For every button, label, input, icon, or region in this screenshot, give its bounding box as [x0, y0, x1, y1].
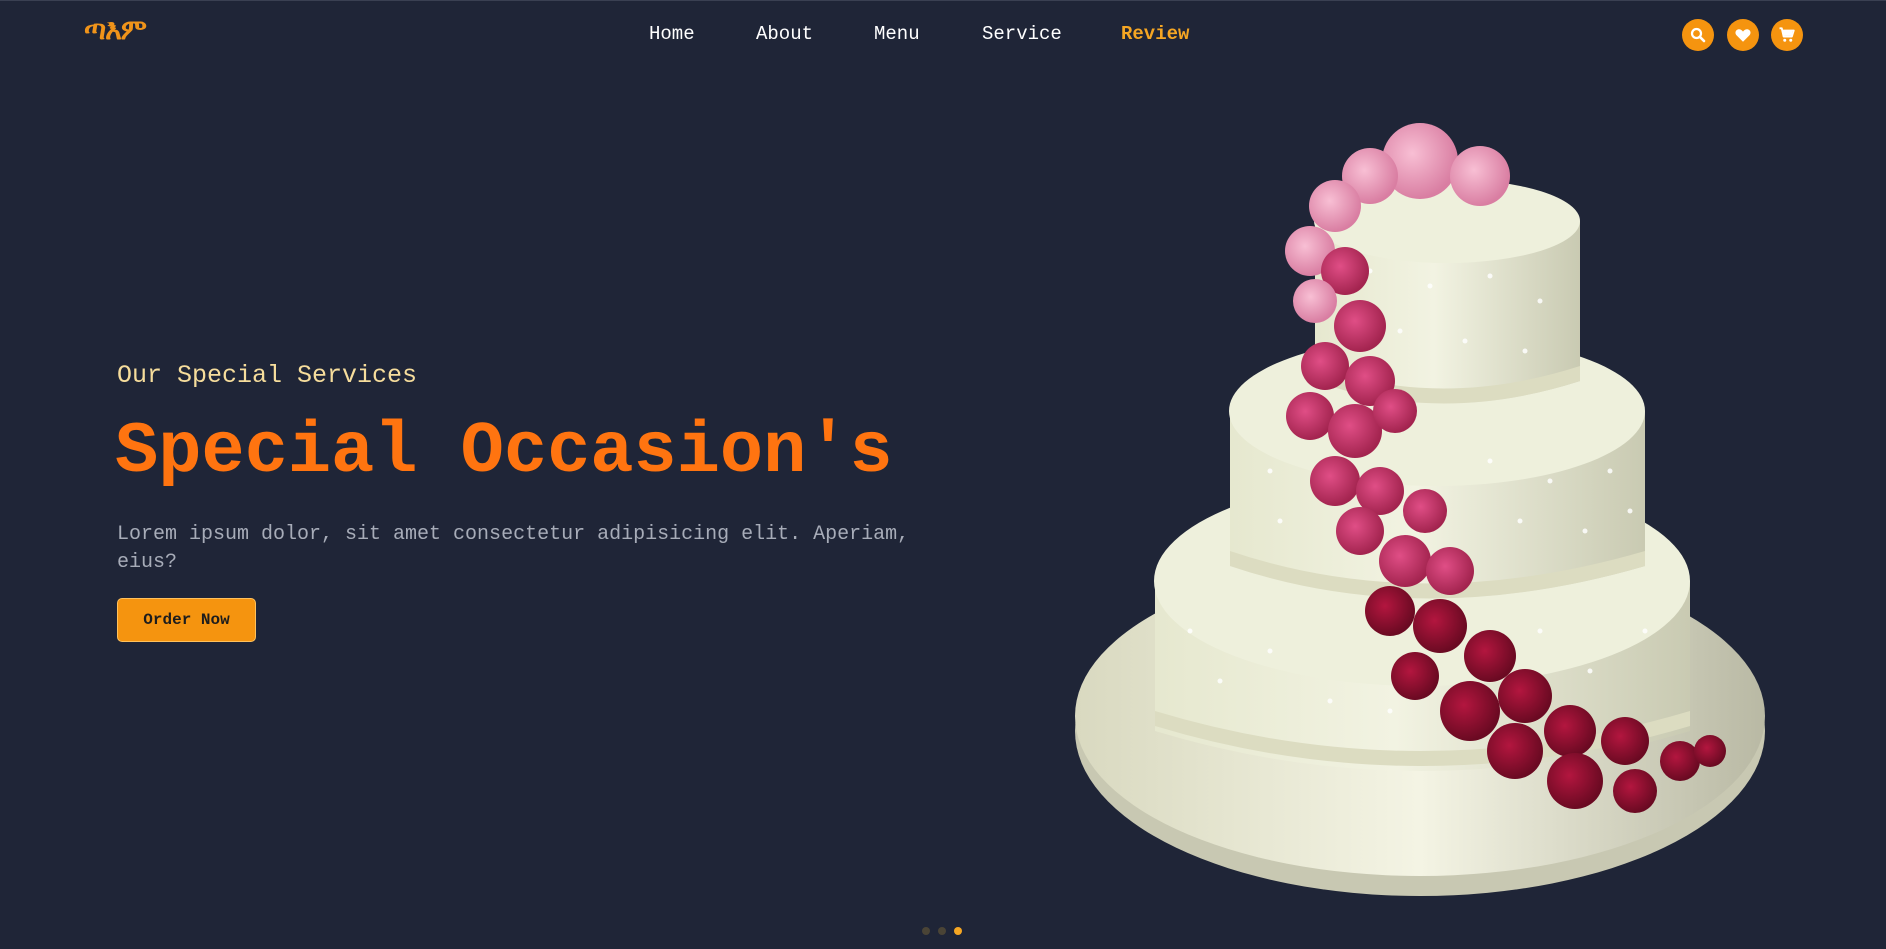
brand-logo[interactable]: ጣእም	[84, 13, 147, 47]
wishlist-button[interactable]	[1727, 19, 1759, 51]
search-icon	[1690, 27, 1706, 43]
hero-headline: Special Occasion's	[115, 411, 893, 493]
nav-about[interactable]: About	[756, 23, 813, 45]
order-now-button[interactable]: Order Now	[117, 598, 256, 642]
nav-review[interactable]: Review	[1121, 23, 1189, 45]
slider-dot-3[interactable]	[954, 927, 962, 935]
heart-icon	[1735, 29, 1751, 42]
hero-subtitle: Our Special Services	[117, 361, 418, 390]
nav-menu[interactable]: Menu	[874, 23, 920, 45]
nav-service[interactable]: Service	[982, 23, 1062, 45]
slider-dot-2[interactable]	[938, 927, 946, 935]
page: ጣእም Home About Menu Service Review Our S…	[0, 0, 1886, 949]
slider-pagination	[922, 927, 962, 935]
cart-button[interactable]	[1771, 19, 1803, 51]
search-button[interactable]	[1682, 19, 1714, 51]
slider-dot-1[interactable]	[922, 927, 930, 935]
nav-home[interactable]: Home	[649, 23, 695, 45]
wedding-cake-image	[1075, 123, 1765, 896]
cart-icon	[1779, 27, 1795, 42]
hero-description: Lorem ipsum dolor, sit amet consectetur …	[117, 523, 910, 574]
